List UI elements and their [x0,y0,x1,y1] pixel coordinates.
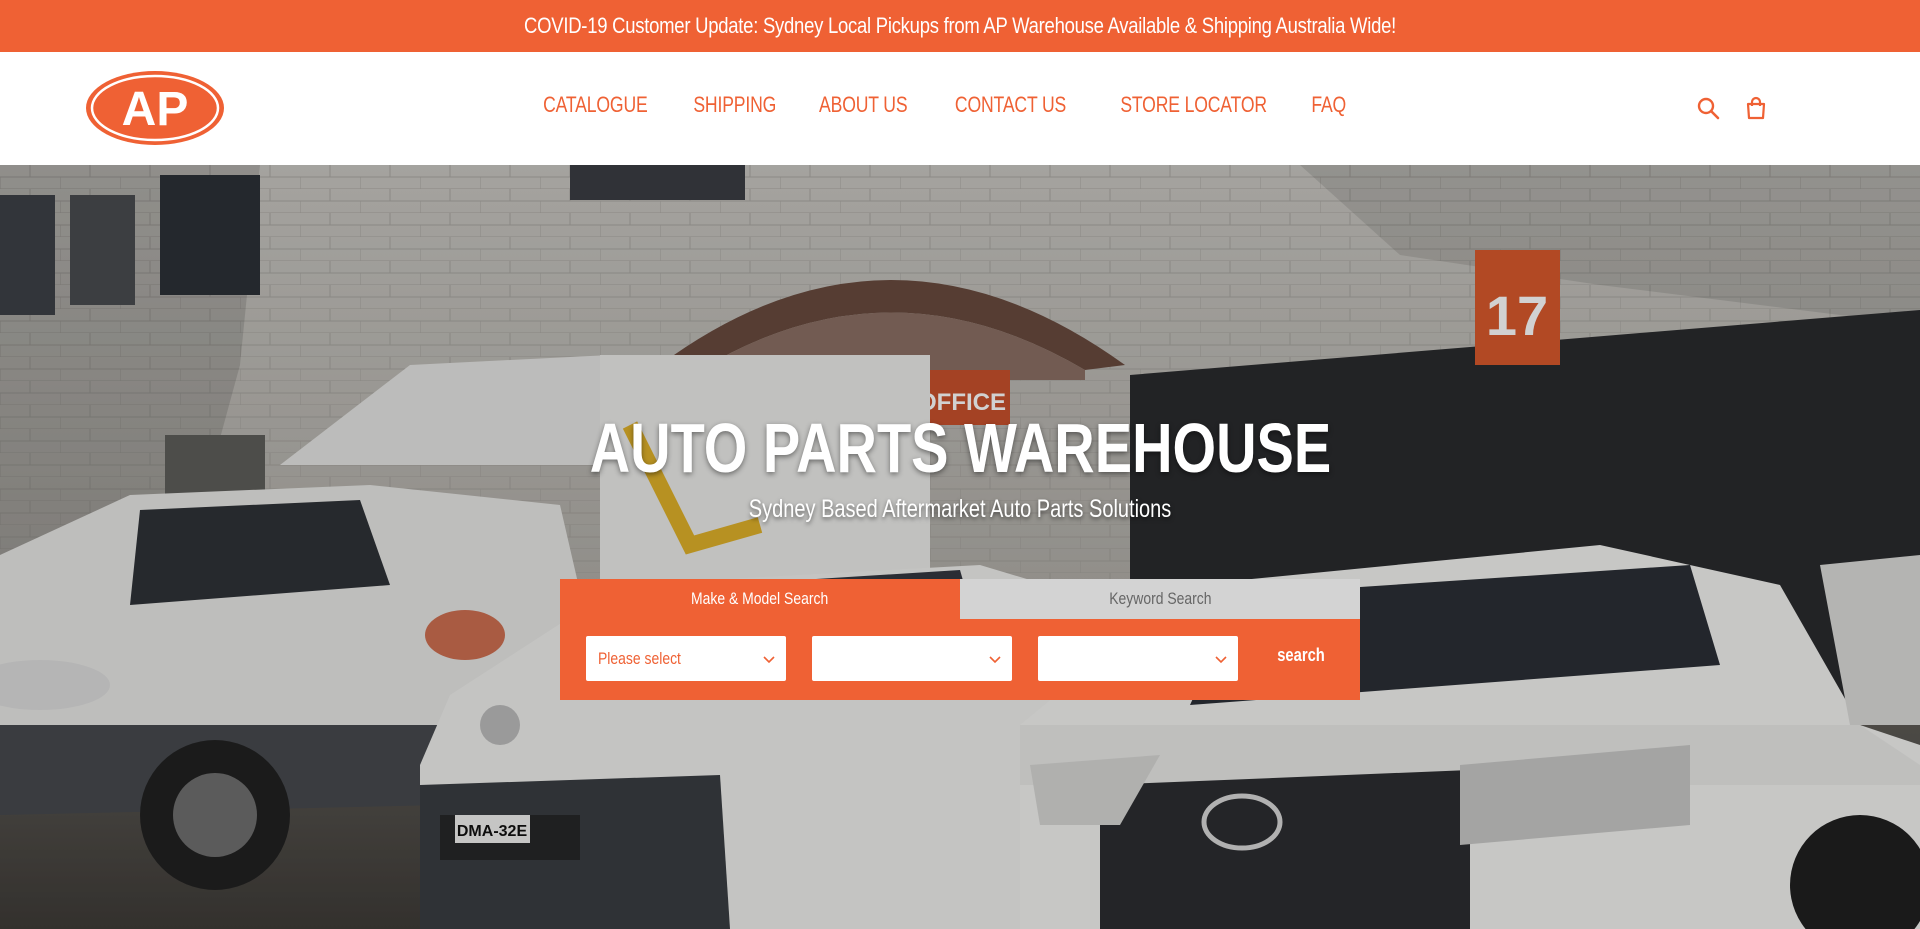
search-bar: Please select search [560,619,1360,700]
tab-make-model-search[interactable]: Make & Model Search [560,579,960,619]
announcement-bar: COVID-19 Customer Update: Sydney Local P… [0,0,1920,52]
nav-faq[interactable]: FAQ [1311,92,1346,118]
announcement-text: COVID-19 Customer Update: Sydney Local P… [524,13,1396,38]
nav-shipping[interactable]: SHIPPING [693,92,776,118]
chevron-down-icon [988,651,1002,665]
make-select[interactable]: Please select [586,636,786,681]
nav-about-us[interactable]: ABOUT US [819,92,908,118]
search-icon[interactable] [1696,96,1720,120]
chevron-down-icon [762,651,776,665]
hero-banner: 17 OFFICE DMA-32E AUTO PARTS WAREHOUSE S… [0,165,1920,929]
site-header: AP CATALOGUE SHIPPING ABOUT US CONTACT U… [0,52,1920,165]
cart-icon[interactable] [1744,96,1768,120]
nav-contact-us[interactable]: CONTACT US [954,92,1065,118]
hero-overlay [0,165,1920,929]
search-button[interactable]: search [1272,645,1330,666]
vehicle-search-widget: Make & Model Search Keyword Search Pleas… [560,579,1360,700]
hero-subtitle: Sydney Based Aftermarket Auto Parts Solu… [748,495,1172,523]
hero-title: AUTO PARTS WAREHOUSE [589,409,1331,487]
nav-catalogue[interactable]: CATALOGUE [543,92,648,118]
search-tabs: Make & Model Search Keyword Search [560,579,1360,619]
nav-store-locator[interactable]: STORE LOCATOR [1120,92,1267,118]
series-select[interactable] [1038,636,1238,681]
main-nav: CATALOGUE SHIPPING ABOUT US CONTACT US S… [0,92,1920,122]
model-select[interactable] [812,636,1012,681]
tab-keyword-search[interactable]: Keyword Search [960,579,1360,619]
chevron-down-icon [1214,651,1228,665]
